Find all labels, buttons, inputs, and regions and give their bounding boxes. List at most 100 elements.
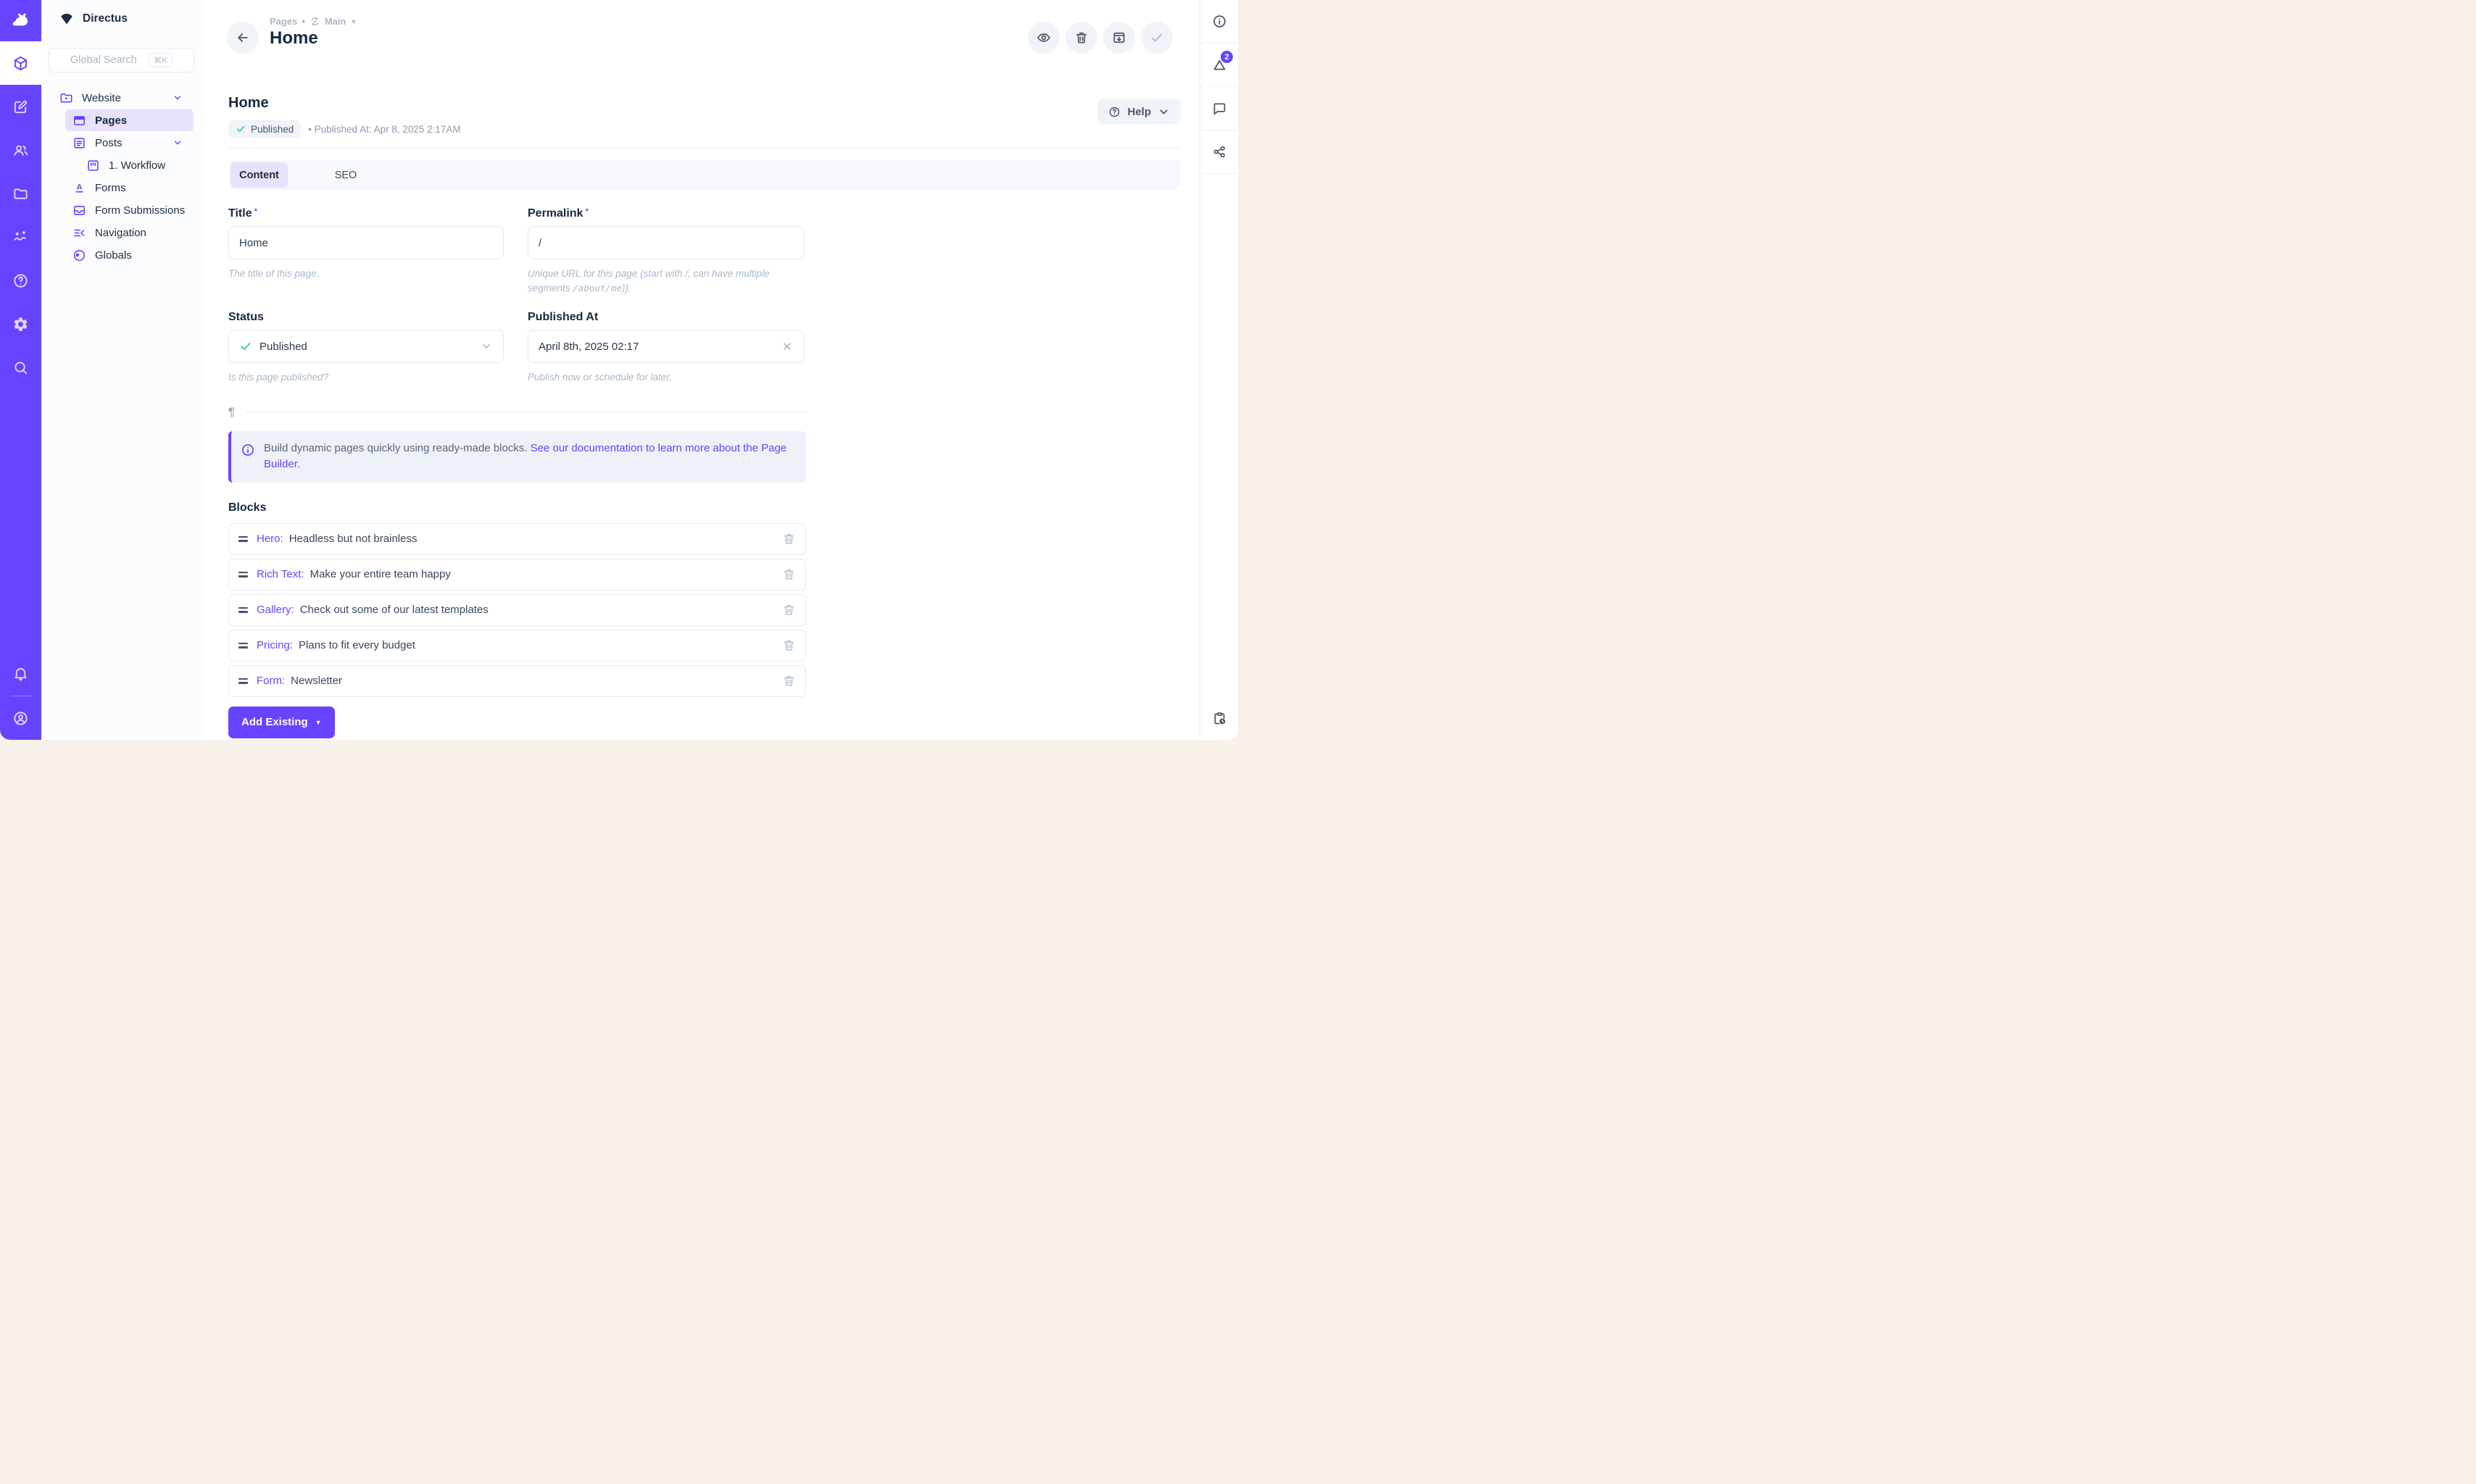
module-help[interactable] (0, 259, 41, 302)
required-marker: * (254, 207, 257, 216)
search-input[interactable] (70, 54, 143, 66)
save-button[interactable] (1141, 22, 1173, 54)
trash-icon[interactable] (781, 674, 796, 688)
drag-handle-icon[interactable] (238, 643, 248, 649)
breadcrumb-collection[interactable]: Pages (270, 16, 297, 27)
header-actions (1028, 22, 1173, 54)
drag-handle-icon[interactable] (238, 678, 248, 684)
chevron-down-icon[interactable] (480, 340, 493, 353)
title-input[interactable] (239, 237, 493, 249)
project-row[interactable]: Directus (41, 0, 202, 38)
folder-icon (12, 186, 29, 202)
info-sidebar-button[interactable] (1200, 0, 1238, 43)
nav-item-navigation[interactable]: Navigation (41, 222, 202, 243)
block-title: Plans to fit every budget (299, 639, 415, 651)
banner-text: Build dynamic pages quickly using ready-… (264, 441, 794, 473)
field-note: Publish now or schedule for later. (528, 370, 799, 385)
trash-icon[interactable] (781, 567, 796, 582)
nav-item-pages[interactable]: Pages (65, 109, 194, 131)
chevron-down-icon[interactable] (173, 138, 183, 148)
delete-button[interactable] (1065, 22, 1097, 54)
breadcrumb-version[interactable]: Main (325, 16, 346, 27)
pilcrow-icon: ¶ (228, 405, 235, 420)
nav-item-forms[interactable]: A Forms (41, 177, 202, 199)
comments-sidebar-button[interactable] (1200, 87, 1238, 130)
nav-item-workflow[interactable]: 1. Workflow (41, 154, 202, 176)
block-title: Headless but not brainless (289, 533, 417, 545)
share-sidebar-button[interactable] (1200, 130, 1238, 174)
notifications-button[interactable] (0, 652, 41, 696)
breadcrumb-separator: • (302, 16, 305, 27)
module-content[interactable] (0, 41, 41, 85)
module-editor[interactable] (0, 85, 41, 128)
block-type: Form: (257, 675, 285, 687)
revisions-button[interactable] (1200, 696, 1238, 740)
version-sync-icon (310, 16, 320, 27)
module-users[interactable] (0, 128, 41, 172)
drag-handle-icon[interactable] (238, 607, 248, 613)
block-title: Newsletter (291, 675, 342, 687)
inbox-icon (72, 204, 86, 217)
nav-sidebar: Directus ⌘K Website Pages Posts (41, 0, 202, 740)
global-search[interactable]: ⌘K (49, 48, 194, 72)
help-button[interactable]: Help (1097, 99, 1181, 125)
field-note: Unique URL for this page (start with /, … (528, 267, 799, 295)
arrow-left-icon (236, 30, 250, 45)
nav-item-label: Posts (95, 137, 122, 149)
module-search[interactable] (0, 346, 41, 389)
block-row[interactable]: Form: Newsletter (228, 665, 806, 697)
permalink-input-wrap (528, 226, 805, 259)
info-icon (1212, 14, 1227, 29)
module-files[interactable] (0, 172, 41, 215)
back-button[interactable] (227, 22, 259, 54)
trash-icon[interactable] (781, 603, 796, 617)
nav-item-posts[interactable]: Posts (41, 132, 202, 154)
section-divider (228, 148, 1181, 149)
block-row[interactable]: Hero: Headless but not brainless (228, 523, 806, 555)
chevron-down-icon[interactable] (173, 93, 183, 103)
block-row[interactable]: Gallery: Check out some of our latest te… (228, 594, 806, 626)
block-row[interactable]: Rich Text: Make your entire team happy (228, 559, 806, 591)
tab-seo[interactable]: SEO (324, 162, 367, 188)
preview-button[interactable] (1028, 22, 1060, 54)
archive-button[interactable] (1103, 22, 1135, 54)
module-insights[interactable] (0, 215, 41, 259)
permalink-input[interactable] (539, 237, 794, 249)
nav-item-globals[interactable]: Globals (41, 244, 202, 266)
required-marker: * (585, 207, 588, 216)
field-label: Status (228, 311, 504, 324)
text-field-icon: A (72, 181, 86, 195)
notification-count-badge: 2 (1221, 51, 1233, 63)
globe-icon (72, 249, 86, 262)
search-shortcut: ⌘K (149, 53, 173, 67)
permalink-example: /about/me (573, 283, 622, 293)
nav-item-label: Form Submissions (95, 204, 185, 217)
drag-handle-icon[interactable] (238, 536, 248, 542)
app-window: Directus ⌘K Website Pages Posts (0, 0, 1238, 740)
nav-item-website[interactable]: Website (41, 87, 202, 109)
caret-down-icon[interactable]: ▼ (351, 18, 357, 25)
breadcrumb[interactable]: Pages • Main ▼ (270, 16, 357, 27)
fields-grid: Title* The title of this page. Permalink… (228, 207, 1181, 385)
block-title: Make your entire team happy (310, 568, 451, 580)
nav-item-label: Navigation (95, 227, 146, 239)
add-existing-button[interactable]: Add Existing ▼ (228, 706, 335, 738)
flows-sidebar-button[interactable]: 2 (1200, 43, 1238, 87)
paragraph-divider: ¶ (228, 405, 806, 420)
published-at-input[interactable] (539, 341, 781, 353)
share-icon (1212, 144, 1227, 159)
block-row[interactable]: Pricing: Plans to fit every budget (228, 630, 806, 662)
status-select[interactable]: Published (228, 330, 504, 363)
collection-nav: Website Pages Posts 1. Workflow A Forms (41, 87, 202, 267)
trash-icon[interactable] (781, 638, 796, 653)
nav-item-label: Website (82, 92, 121, 104)
directus-logo[interactable] (0, 0, 41, 41)
tab-content[interactable]: Content (230, 162, 288, 188)
clear-icon[interactable] (781, 340, 794, 353)
published-meta: • Published At: Apr 8, 2025 2:17AM (308, 124, 460, 135)
nav-item-form-submissions[interactable]: Form Submissions (41, 199, 202, 221)
trash-icon[interactable] (781, 532, 796, 546)
account-button[interactable] (0, 696, 41, 740)
module-settings[interactable] (0, 302, 41, 346)
drag-handle-icon[interactable] (238, 572, 248, 578)
